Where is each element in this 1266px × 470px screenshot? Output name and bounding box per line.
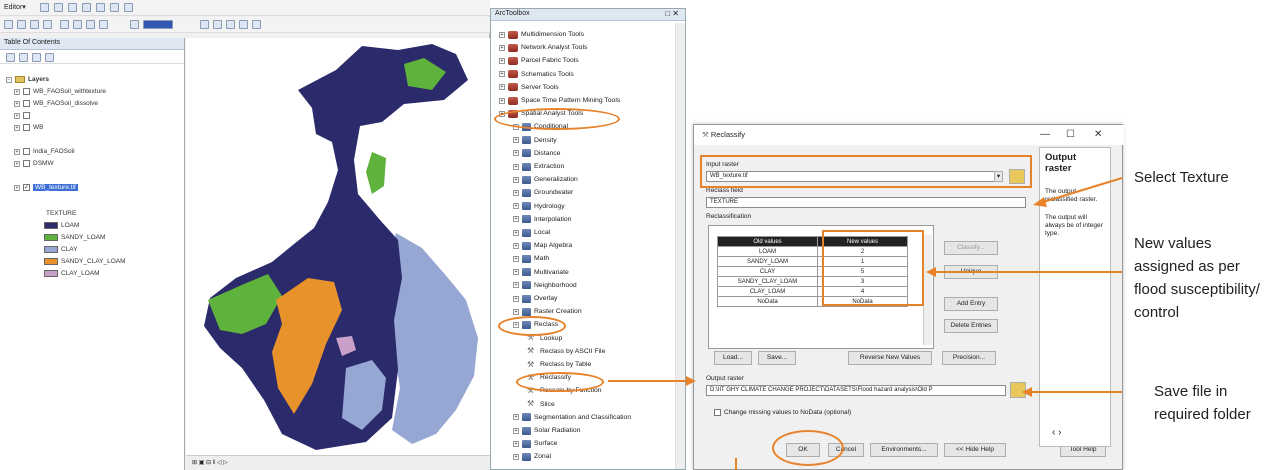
arrow-select-texture: [1039, 177, 1123, 204]
arrow-head: [1022, 387, 1032, 397]
arrow-head: [1033, 197, 1047, 207]
arrow-head: [686, 376, 696, 386]
annotation-arrows: [608, 177, 1123, 470]
note-new-values: New values assigned as per flood suscept…: [1134, 235, 1260, 321]
arrow-head: [926, 267, 936, 277]
note-select-texture: Select Texture: [1134, 169, 1229, 186]
note-save-file: Save file in required folder: [1154, 383, 1251, 423]
